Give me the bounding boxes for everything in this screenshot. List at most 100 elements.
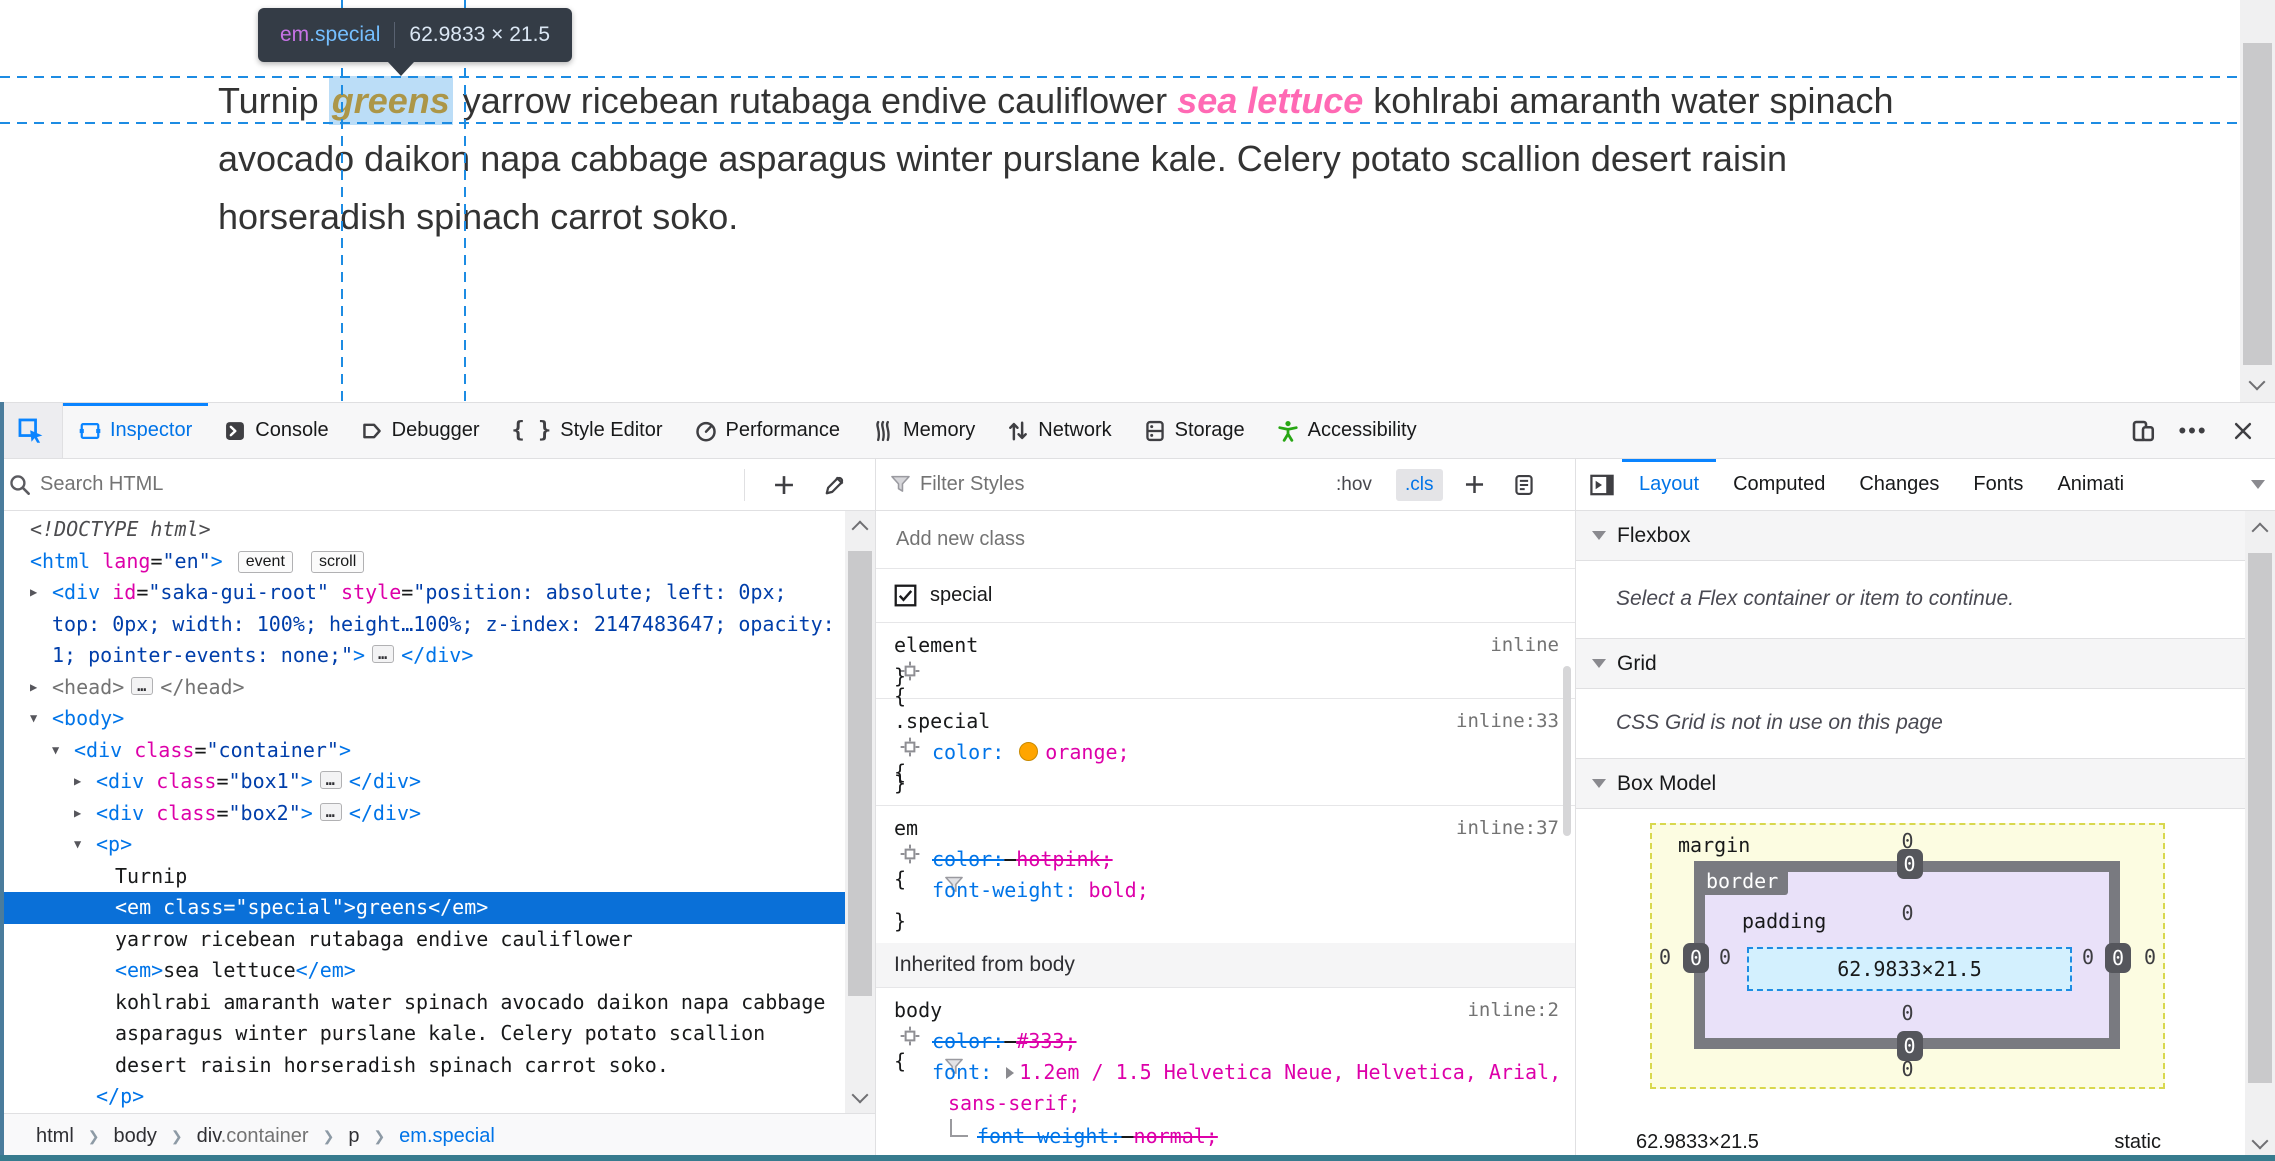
scroll-up-icon[interactable] [851, 520, 869, 538]
rule-em[interactable]: em{ inline:37 color: hotpink; font-weigh… [876, 806, 1575, 943]
tab-style-editor[interactable]: { } Style Editor [496, 403, 679, 458]
scroll-up-icon[interactable] [2251, 522, 2269, 540]
twisty-collapsed-icon[interactable]: ▶ [30, 672, 37, 704]
print-simulation-button[interactable] [1504, 465, 1544, 505]
markup-row[interactable]: 1; pointer-events: none;">… </div> [0, 640, 845, 672]
breadcrumb-item[interactable]: html [36, 1125, 74, 1148]
add-rule-button[interactable] [1454, 465, 1494, 505]
declaration-color-hotpink-overridden[interactable]: color: hotpink; [876, 844, 1575, 892]
expand-sidebar-button[interactable] [1582, 465, 1622, 505]
margin-left-value[interactable]: 0 [1654, 945, 1676, 969]
markup-scrollbar-thumb[interactable] [848, 551, 872, 996]
box-model-margin[interactable]: margin 0 0 0 0 border 0 0 0 0 padding 0 … [1650, 823, 2165, 1089]
search-input[interactable]: Search HTML [40, 473, 163, 496]
markup-row-selected[interactable]: <em class="special">greens</em> [0, 892, 845, 924]
breadcrumb-item[interactable]: p [348, 1125, 359, 1148]
markup-row[interactable]: ▼ <div class="container"> [0, 735, 845, 767]
tab-inspector[interactable]: Inspector [63, 403, 209, 458]
markup-scrollbar[interactable] [845, 511, 875, 1113]
add-new-class-input[interactable]: Add new class [876, 511, 1575, 569]
border-bottom-value[interactable]: 0 [1896, 1031, 1923, 1061]
declaration-font-weight-bold[interactable]: font-weight: bold; [876, 875, 1575, 906]
flexbox-section-header[interactable]: Flexbox [1576, 511, 2245, 561]
tab-network[interactable]: Network [991, 403, 1127, 458]
markup-row[interactable]: desert raisin horseradish spinach carrot… [0, 1050, 845, 1082]
rules-scrollbar-thumb[interactable] [1563, 666, 1571, 836]
inline-expander-button[interactable]: … [319, 802, 342, 821]
markup-row[interactable]: <html lang="en"> event scroll [0, 546, 845, 578]
sidebar-tab-fonts[interactable]: Fonts [1956, 459, 2040, 510]
tab-console[interactable]: Console [208, 403, 344, 458]
breadcrumb-item[interactable]: em.special [399, 1125, 495, 1148]
sidebar-tab-changes[interactable]: Changes [1842, 459, 1956, 510]
twisty-expanded-icon[interactable]: ▼ [74, 829, 81, 861]
page-scrollbar[interactable] [2240, 0, 2275, 402]
grid-section-header[interactable]: Grid [1576, 639, 2245, 689]
markup-row[interactable]: <!DOCTYPE html> [0, 514, 845, 546]
checkbox-checked-icon[interactable] [894, 584, 917, 607]
sidebar-tab-animations[interactable]: Animati [2040, 459, 2124, 510]
padding-left-value[interactable]: 0 [1714, 945, 1736, 969]
scroll-down-icon[interactable] [2248, 373, 2266, 391]
scroll-down-icon[interactable] [2251, 1132, 2269, 1150]
box-model-section-header[interactable]: Box Model [1576, 759, 2245, 809]
event-badge[interactable]: scroll [310, 550, 365, 573]
markup-row[interactable]: ▶ <div id="saka-gui-root" style="position… [0, 577, 845, 609]
tab-performance[interactable]: Performance [679, 403, 857, 458]
markup-row[interactable]: kohlrabi amaranth water spinach avocado … [0, 987, 845, 1019]
layout-scrollbar[interactable] [2245, 511, 2275, 1156]
devtools-menu-button[interactable]: ••• [2171, 409, 2215, 453]
filter-styles-input[interactable]: Filter Styles [920, 473, 1024, 496]
sidebar-tab-layout[interactable]: Layout [1622, 459, 1717, 510]
inline-expander-button[interactable]: … [319, 771, 342, 789]
padding-right-value[interactable]: 0 [2077, 945, 2099, 969]
markup-row[interactable]: Turnip [0, 861, 845, 893]
twisty-collapsed-icon[interactable]: ▶ [74, 766, 81, 798]
markup-row[interactable]: ▶ <head>… </head> [0, 672, 845, 704]
border-top-value[interactable]: 0 [1896, 849, 1923, 879]
devtools-close-button[interactable] [2221, 409, 2265, 453]
border-left-value[interactable]: 0 [1683, 943, 1709, 973]
color-swatch-orange[interactable] [1019, 742, 1039, 761]
padding-bottom-value[interactable]: 0 [1652, 1001, 2163, 1025]
scroll-down-icon[interactable] [851, 1086, 869, 1104]
markup-row[interactable]: top: 0px; width: 100%; height…100%; z-in… [0, 609, 845, 641]
event-badge[interactable]: event [237, 550, 293, 573]
breadcrumb-item[interactable]: body [114, 1125, 157, 1148]
markup-row[interactable]: asparagus winter purslane kale. Celery p… [0, 1018, 845, 1050]
rule-location[interactable]: inline [1490, 630, 1559, 661]
box-model-content[interactable]: 62.9833×21.5 [1747, 947, 2072, 991]
tab-debugger[interactable]: Debugger [345, 403, 496, 458]
all-tabs-menu-icon[interactable] [2251, 480, 2265, 489]
add-node-button[interactable] [764, 465, 804, 505]
declaration-color-333-overridden[interactable]: color: #333; [876, 1026, 1575, 1074]
markup-row[interactable]: ▼ <p> [0, 829, 845, 861]
declaration-font[interactable]: font: 1.2em / 1.5 Helvetica Neue, Helvet… [876, 1057, 1575, 1088]
markup-row[interactable]: <em>sea lettuce</em> [0, 955, 845, 987]
rule-body[interactable]: body{ inline:2 color: #333; font: 1.2em … [876, 988, 1575, 1156]
inline-expander-button[interactable]: … [131, 676, 154, 695]
twisty-collapsed-icon[interactable]: ▶ [74, 798, 81, 830]
twisty-expanded-icon[interactable]: ▼ [52, 735, 59, 767]
responsive-design-button[interactable] [2121, 409, 2165, 453]
inline-expander-button[interactable]: … [372, 645, 395, 663]
twisty-expanded-icon[interactable]: ▼ [30, 703, 37, 735]
declaration-color-orange[interactable]: color: orange; [876, 737, 1575, 768]
markup-row[interactable]: yarrow ricebean rutabaga endive cauliflo… [0, 924, 845, 956]
rule-location[interactable]: inline:2 [1467, 995, 1559, 1026]
element-picker-button[interactable] [0, 403, 63, 458]
markup-row[interactable]: ▶ <div class="box2">… </div> [0, 798, 845, 830]
margin-right-value[interactable]: 0 [2139, 945, 2161, 969]
twisty-collapsed-icon[interactable]: ▶ [30, 577, 37, 609]
expand-value-icon[interactable] [1006, 1067, 1015, 1079]
rule-special[interactable]: .special{ inline:33 color: orange; } [876, 699, 1575, 806]
padding-top-value[interactable]: 0 [1652, 901, 2163, 925]
rule-element-style[interactable]: element{ inline } [876, 623, 1575, 708]
page-scrollbar-thumb[interactable] [2243, 43, 2272, 365]
pseudo-class-toggle[interactable]: :hov [1336, 474, 1372, 496]
markup-row[interactable]: </p> [0, 1081, 845, 1113]
eyedropper-button[interactable] [815, 465, 855, 505]
layout-scrollbar-thumb[interactable] [2248, 553, 2272, 1083]
class-panel-toggle[interactable]: .cls [1396, 468, 1443, 501]
markup-row[interactable]: ▼ <body> [0, 703, 845, 735]
